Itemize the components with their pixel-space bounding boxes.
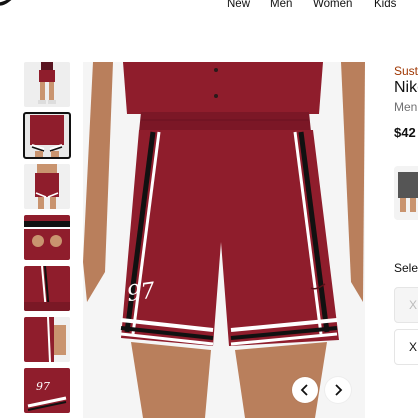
thumbnail-front-closeup[interactable] (23, 112, 71, 159)
product-main-image: 97 (83, 62, 365, 418)
carousel-next-button[interactable] (325, 377, 351, 403)
chevron-left-icon (300, 384, 308, 396)
product-info: Sust Nike Men $42 Sele X X (394, 0, 418, 418)
thumbnail-logo-detail[interactable]: 97 (24, 368, 70, 413)
product-title: Nike (394, 79, 418, 96)
thumbnail-back[interactable] (24, 164, 70, 209)
thumbnail-side[interactable] (24, 266, 70, 311)
sustainability-badge: Sust (394, 64, 418, 78)
size-option[interactable]: X (394, 287, 418, 323)
select-size-label: Sele (394, 261, 418, 275)
swoosh-logo-icon[interactable] (0, 0, 20, 10)
nav-link-new[interactable]: New (227, 0, 250, 10)
product-subtitle: Men (394, 100, 418, 114)
thumbnail-front-full[interactable] (24, 62, 70, 107)
color-swatch[interactable] (394, 166, 418, 220)
svg-text:97: 97 (36, 380, 50, 393)
shorts-illustration: 97 (83, 62, 365, 418)
nav-link-women[interactable]: Women (313, 0, 352, 10)
nav-link-men[interactable]: Men (270, 0, 292, 10)
thumbnail-side-hand[interactable] (24, 317, 70, 362)
carousel-prev-button[interactable] (292, 377, 318, 403)
product-price: $42 (394, 125, 416, 140)
top-nav: New Men Women Kids (0, 0, 418, 14)
size-option[interactable]: X (394, 329, 418, 365)
chevron-right-icon (335, 384, 343, 396)
svg-text:97: 97 (125, 278, 156, 307)
thumbnail-waistband[interactable] (24, 215, 70, 260)
